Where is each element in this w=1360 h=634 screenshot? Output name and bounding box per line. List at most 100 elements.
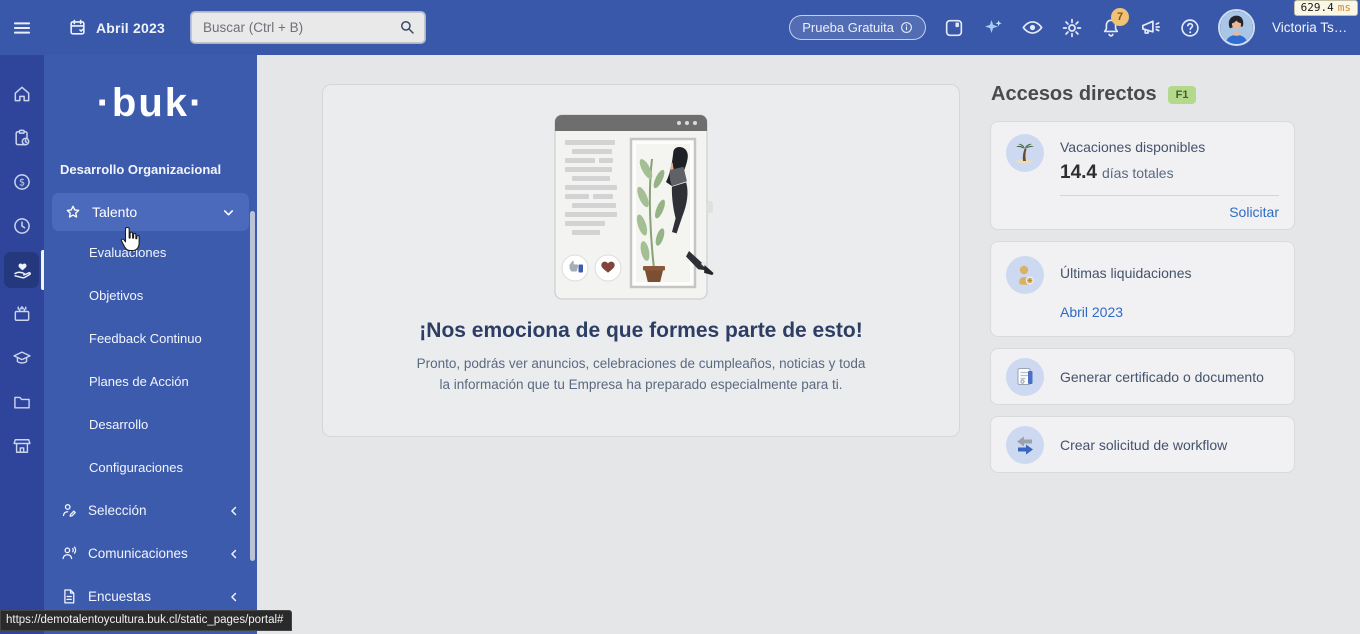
chevron-left-icon xyxy=(227,547,241,561)
vacations-card: Vacaciones disponibles 14.4días totales … xyxy=(990,121,1295,230)
performance-overlay: 629.4 ms xyxy=(1294,0,1358,16)
star-icon xyxy=(65,204,81,220)
sidebar-item-comunicaciones[interactable]: Comunicaciones xyxy=(44,532,257,575)
payslips-card: Últimas liquidaciones Abril 2023 xyxy=(990,241,1295,337)
certificate-document-icon xyxy=(1006,358,1044,396)
sidebar-item-label: Selección xyxy=(88,503,147,518)
hand-heart-icon xyxy=(12,260,33,281)
vacations-value-row: 14.4 días totales xyxy=(1060,162,1205,184)
person-edit-icon xyxy=(61,502,78,519)
topbar-actions: Prueba Gratuita 7 xyxy=(789,9,1360,46)
payslip-person-icon xyxy=(1006,256,1044,294)
period-label: Abril 2023 xyxy=(96,20,165,36)
help-button[interactable] xyxy=(1179,17,1201,39)
clipboard-clock-icon xyxy=(12,128,32,148)
welcome-title: ¡Nos emociona de que formes parte de est… xyxy=(419,319,862,343)
notification-count-badge: 7 xyxy=(1111,8,1129,26)
rail-item-payroll[interactable]: $ xyxy=(0,160,44,204)
rail-item-training[interactable] xyxy=(0,336,44,380)
bookmark-button[interactable] xyxy=(943,17,965,39)
rail-item-marketplace[interactable] xyxy=(0,424,44,468)
notifications-bell-button[interactable]: 7 xyxy=(1100,17,1122,39)
request-vacations-link[interactable]: Solicitar xyxy=(1006,204,1279,220)
search-icon[interactable] xyxy=(398,18,416,36)
sidebar-item-desarrollo[interactable]: Desarrollo xyxy=(44,403,257,446)
workflow-label: Crear solicitud de workflow xyxy=(1060,437,1227,453)
info-icon xyxy=(900,21,913,34)
person-voice-icon xyxy=(61,545,78,562)
welcome-illustration xyxy=(539,109,744,305)
period-selector[interactable]: Abril 2023 xyxy=(68,18,165,37)
certificate-label: Generar certificado o documento xyxy=(1060,369,1264,385)
chevron-left-icon xyxy=(227,590,241,604)
vacations-days-value: 14.4 xyxy=(1060,162,1097,183)
home-icon xyxy=(12,84,32,104)
payslips-title: Últimas liquidaciones xyxy=(1060,265,1192,281)
settings-gear-icon[interactable] xyxy=(1061,17,1083,39)
storefront-icon xyxy=(12,436,32,456)
vacations-title: Vacaciones disponibles xyxy=(1060,139,1205,155)
module-rail: $ xyxy=(0,55,44,634)
calendar-icon xyxy=(68,18,87,37)
sidebar: ·buk· Desarrollo Organizacional Talento … xyxy=(44,55,257,634)
sidebar-scrollbar[interactable] xyxy=(250,211,255,561)
rail-item-documents[interactable] xyxy=(0,380,44,424)
palm-tree-icon xyxy=(1006,134,1044,172)
announcements-megaphone-button[interactable] xyxy=(1139,16,1162,39)
performance-value: 629.4 xyxy=(1301,1,1334,14)
graduation-cap-icon xyxy=(12,348,32,368)
topbar: Abril 2023 Prueba Gratuita 7 xyxy=(0,0,1360,55)
search-input[interactable] xyxy=(191,12,425,43)
trial-badge-label: Prueba Gratuita xyxy=(802,20,894,35)
user-avatar[interactable] xyxy=(1218,9,1255,46)
welcome-card: ¡Nos emociona de que formes parte de est… xyxy=(322,84,960,437)
hamburger-icon xyxy=(12,18,32,38)
shortcuts-title: Accesos directos xyxy=(991,83,1157,106)
welcome-subtitle: Pronto, podrás ver anuncios, celebracion… xyxy=(416,354,866,396)
folder-icon xyxy=(12,392,32,412)
chevron-down-icon xyxy=(221,205,236,220)
sidebar-item-feedback-continuo[interactable]: Feedback Continuo xyxy=(44,317,257,360)
performance-unit: ms xyxy=(1338,1,1351,14)
vacations-days-suffix: días totales xyxy=(1102,165,1174,181)
briefcase-icon xyxy=(12,304,32,324)
search-box xyxy=(191,12,425,43)
shortcuts-header: Accesos directos F1 xyxy=(991,83,1295,106)
svg-text:$: $ xyxy=(19,178,25,189)
trial-badge[interactable]: Prueba Gratuita xyxy=(789,15,926,40)
payslips-texts: Últimas liquidaciones Abril 2023 xyxy=(1060,256,1192,320)
survey-document-icon xyxy=(61,588,78,605)
workflow-arrows-icon xyxy=(1006,426,1044,464)
vacations-texts: Vacaciones disponibles 14.4 días totales xyxy=(1060,134,1205,184)
workflow-card[interactable]: Crear solicitud de workflow xyxy=(990,416,1295,473)
eye-icon[interactable] xyxy=(1021,16,1044,39)
divider xyxy=(1060,195,1279,196)
sidebar-item-label: Comunicaciones xyxy=(88,546,188,561)
sidebar-item-seleccion[interactable]: Selección xyxy=(44,489,257,532)
sidebar-item-objetivos[interactable]: Objetivos xyxy=(44,274,257,317)
vacations-row: Vacaciones disponibles 14.4 días totales xyxy=(1006,134,1279,184)
main-content: ¡Nos emociona de que formes parte de est… xyxy=(257,55,1360,634)
rail-item-home[interactable] xyxy=(0,72,44,116)
sidebar-item-planes-de-accion[interactable]: Planes de Acción xyxy=(44,360,257,403)
dollar-circle-icon: $ xyxy=(12,172,32,192)
rail-item-time[interactable] xyxy=(0,204,44,248)
sidebar-item-label: Encuestas xyxy=(88,589,151,604)
payslip-month-link[interactable]: Abril 2023 xyxy=(1060,304,1192,320)
sidebar-item-configuraciones[interactable]: Configuraciones xyxy=(44,446,257,489)
sidebar-item-evaluaciones[interactable]: Evaluaciones xyxy=(44,231,257,274)
buk-logo[interactable]: ·buk· xyxy=(44,81,257,126)
f1-key-badge: F1 xyxy=(1168,86,1197,104)
rail-item-talent[interactable] xyxy=(0,248,44,292)
rail-item-benefits[interactable] xyxy=(0,292,44,336)
clock-icon xyxy=(12,216,32,236)
hamburger-menu-button[interactable] xyxy=(0,0,44,55)
chevron-left-icon xyxy=(227,504,241,518)
sidebar-item-talento[interactable]: Talento xyxy=(52,193,249,231)
user-name[interactable]: Victoria Tsi... xyxy=(1272,20,1348,35)
sparkles-icon[interactable] xyxy=(982,17,1004,39)
rail-item-attendance[interactable] xyxy=(0,116,44,160)
certificate-card[interactable]: Generar certificado o documento xyxy=(990,348,1295,405)
sidebar-section-title: Desarrollo Organizacional xyxy=(60,162,257,177)
sidebar-item-label: Talento xyxy=(92,204,137,220)
